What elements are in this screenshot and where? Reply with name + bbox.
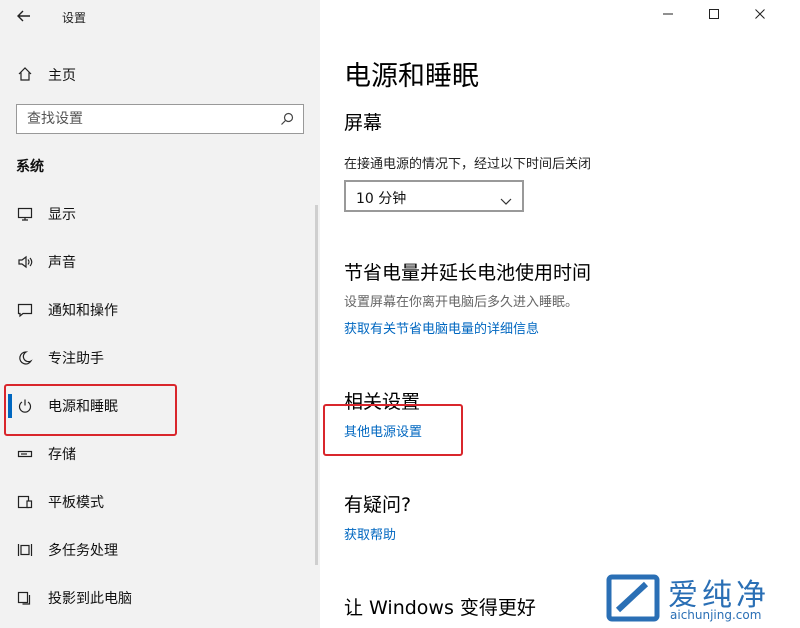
multitask-icon <box>16 541 34 559</box>
notification-icon <box>16 301 34 319</box>
get-help-link[interactable]: 获取帮助 <box>344 524 396 543</box>
sidebar-item-label: 专注助手 <box>48 351 104 367</box>
watermark-domain: aichunjing.com <box>670 608 762 622</box>
search-input[interactable] <box>27 110 267 128</box>
main-content: 电源和睡眠 屏幕 在接通电源的情况下，经过以下时间后关闭 10 分钟 节省电量并… <box>344 0 784 628</box>
sidebar-item-label: 显示 <box>48 207 76 223</box>
question-heading: 有疑问? <box>344 494 412 516</box>
sidebar-scrollbar[interactable] <box>315 205 318 565</box>
back-button[interactable] <box>10 4 38 28</box>
section-title: 系统 <box>16 159 44 175</box>
watermark: 爱纯净 aichunjing.com <box>606 570 796 626</box>
sidebar: 设置 主页 系统 显示 声音 通知和操作 <box>0 0 320 628</box>
search-box[interactable] <box>16 104 304 134</box>
dropdown-value: 10 分钟 <box>356 191 407 207</box>
storage-icon <box>16 445 34 463</box>
battery-description: 设置屏幕在你离开电脑后多久进入睡眠。 <box>344 295 579 310</box>
improve-windows-heading: 让 Windows 变得更好 <box>344 597 536 619</box>
sidebar-item-multitasking[interactable]: 多任务处理 <box>0 526 320 574</box>
battery-info-link[interactable]: 获取有关节省电脑电量的详细信息 <box>344 318 539 337</box>
sidebar-item-project-to-pc[interactable]: 投影到此电脑 <box>0 574 320 622</box>
back-arrow-icon <box>17 10 30 22</box>
home-icon <box>16 65 34 83</box>
sidebar-item-label: 主页 <box>48 68 76 84</box>
highlight-frame-power-settings <box>323 404 463 456</box>
chevron-down-icon <box>500 191 512 205</box>
watermark-logo-icon <box>606 574 660 622</box>
project-icon <box>16 589 34 607</box>
highlight-frame-power-sleep <box>4 384 177 436</box>
sidebar-item-focus-assist[interactable]: 专注助手 <box>0 334 320 382</box>
speaker-icon <box>16 253 34 271</box>
sidebar-item-label: 通知和操作 <box>48 303 118 319</box>
screen-timeout-dropdown[interactable]: 10 分钟 <box>344 180 524 212</box>
app-title: 设置 <box>62 11 87 25</box>
tablet-icon <box>16 493 34 511</box>
title-bar: 设置 <box>0 0 320 34</box>
search-icon[interactable] <box>279 111 295 127</box>
sidebar-item-tablet-mode[interactable]: 平板模式 <box>0 478 320 526</box>
sidebar-item-label: 声音 <box>48 255 76 271</box>
sidebar-item-label: 平板模式 <box>48 495 104 511</box>
sidebar-item-sound[interactable]: 声音 <box>0 238 320 286</box>
sidebar-item-label: 存储 <box>48 447 76 463</box>
sidebar-item-storage[interactable]: 存储 <box>0 430 320 478</box>
screen-heading: 屏幕 <box>344 112 383 134</box>
display-icon <box>16 205 34 223</box>
sidebar-item-display[interactable]: 显示 <box>0 190 320 238</box>
battery-heading: 节省电量并延长电池使用时间 <box>344 262 592 284</box>
sidebar-item-notifications[interactable]: 通知和操作 <box>0 286 320 334</box>
moon-icon <box>16 349 34 367</box>
page-title: 电源和睡眠 <box>344 61 479 92</box>
sidebar-item-home[interactable]: 主页 <box>0 58 320 90</box>
screen-description: 在接通电源的情况下，经过以下时间后关闭 <box>344 157 592 172</box>
sidebar-item-label: 多任务处理 <box>48 543 118 559</box>
sidebar-item-label: 投影到此电脑 <box>48 591 132 607</box>
